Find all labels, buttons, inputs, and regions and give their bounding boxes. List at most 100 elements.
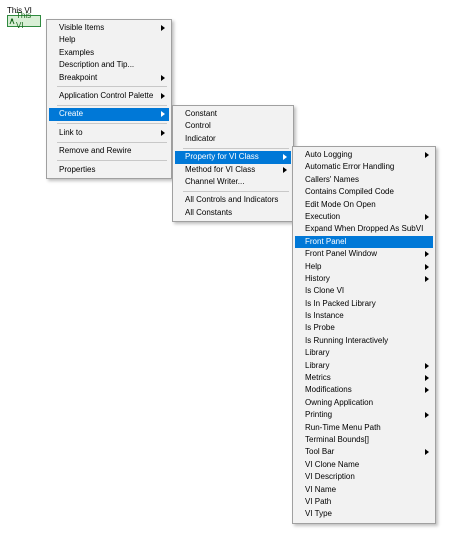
menu-item-is-in-packed-library[interactable]: Is In Packed Library xyxy=(295,298,433,310)
menu-item-label: Is Probe xyxy=(305,323,335,333)
menu-item-metrics[interactable]: Metrics xyxy=(295,372,433,384)
menu-item-label: Properties xyxy=(59,164,96,174)
menu-item-vi-name[interactable]: VI Name xyxy=(295,484,433,496)
menu-item-front-panel-window[interactable]: Front Panel Window xyxy=(295,248,433,260)
menu-item-label: Control xyxy=(185,121,211,131)
menu-item-label: Callers' Names xyxy=(305,174,359,184)
submenu-arrow-icon xyxy=(161,25,165,31)
menu-item-terminal-bounds[interactable]: Terminal Bounds[] xyxy=(295,434,433,446)
menu-item-label: VI Path xyxy=(305,496,332,506)
menu-item-label: Breakpoint xyxy=(59,72,98,82)
menu-item-label: Application Control Palette xyxy=(59,90,154,100)
menu-item-help[interactable]: Help xyxy=(295,261,433,273)
submenu-arrow-icon xyxy=(283,154,287,161)
menu-item-label: All Constants xyxy=(185,207,233,217)
menu-item-label: Execution xyxy=(305,211,341,221)
menu-item-automatic-error-handling[interactable]: Automatic Error Handling xyxy=(295,161,433,173)
menu-item-label: Channel Writer... xyxy=(185,176,245,186)
menu-item-label: Create xyxy=(59,109,84,119)
menu-item-library[interactable]: Library xyxy=(295,347,433,359)
menu-item-label: Help xyxy=(305,261,322,271)
menu-item-label: All Controls and Indicators xyxy=(185,195,279,205)
menu-item-expand-when-dropped-as-subvi[interactable]: Expand When Dropped As SubVI xyxy=(295,223,433,235)
menu-item-label: VI Description xyxy=(305,472,355,482)
menu-item-owning-application[interactable]: Owning Application xyxy=(295,397,433,409)
create-submenu: Constant Control Indicator Property for … xyxy=(172,105,294,223)
menu-item-link-to[interactable]: Link to xyxy=(49,127,169,139)
menu-item-help[interactable]: Help xyxy=(49,34,169,46)
menu-item-run-time-menu-path[interactable]: Run-Time Menu Path xyxy=(295,422,433,434)
menu-item-constant[interactable]: Constant xyxy=(175,108,291,120)
menu-item-tool-bar[interactable]: Tool Bar xyxy=(295,446,433,458)
menu-item-execution[interactable]: Execution xyxy=(295,211,433,223)
menu-item-vi-type[interactable]: VI Type xyxy=(295,508,433,520)
menu-item-label: Expand When Dropped As SubVI xyxy=(305,224,424,234)
menu-item-label: Edit Mode On Open xyxy=(305,199,376,209)
menu-item-label: Help xyxy=(59,35,76,45)
submenu-arrow-icon xyxy=(425,213,429,220)
menu-item-is-running-interactively[interactable]: Is Running Interactively xyxy=(295,335,433,347)
submenu-arrow-icon xyxy=(425,263,429,270)
menu-item-vi-description[interactable]: VI Description xyxy=(295,471,433,483)
menu-item-method-for-vi-class[interactable]: Method for VI Class xyxy=(175,164,291,176)
menu-item-examples[interactable]: Examples xyxy=(49,47,169,59)
menu-item-vi-clone-name[interactable]: VI Clone Name xyxy=(295,459,433,471)
menu-item-description-and-tip[interactable]: Description and Tip... xyxy=(49,59,169,71)
menu-item-callers-names[interactable]: Callers' Names xyxy=(295,174,433,186)
menu-item-breakpoint[interactable]: Breakpoint xyxy=(49,72,169,84)
context-menu: Visible Items Help Examples Description … xyxy=(46,19,172,179)
menu-item-channel-writer[interactable]: Channel Writer... xyxy=(175,176,291,188)
submenu-arrow-icon xyxy=(425,362,429,369)
menu-item-label: Is Running Interactively xyxy=(305,335,389,345)
menu-item-vi-path[interactable]: VI Path xyxy=(295,496,433,508)
menu-separator xyxy=(57,104,167,106)
menu-item-label: Library xyxy=(305,348,330,358)
menu-item-printing[interactable]: Printing xyxy=(295,409,433,421)
menu-item-create[interactable]: Create xyxy=(49,108,169,121)
menu-item-control[interactable]: Control xyxy=(175,120,291,132)
property-submenu: Auto Logging Automatic Error Handling Ca… xyxy=(292,146,436,524)
submenu-arrow-icon xyxy=(425,387,429,394)
menu-item-all-controls-and-indicators[interactable]: All Controls and Indicators xyxy=(175,194,291,206)
menu-item-label: History xyxy=(305,273,330,283)
submenu-arrow-icon xyxy=(161,74,165,81)
menu-item-visible-items[interactable]: Visible Items xyxy=(49,22,169,34)
menu-item-label: VI Clone Name xyxy=(305,459,360,469)
menu-item-label: Front Panel xyxy=(305,236,347,246)
menu-item-label: Owning Application xyxy=(305,397,374,407)
menu-separator xyxy=(183,147,289,149)
submenu-arrow-icon xyxy=(425,275,429,282)
menu-item-front-panel[interactable]: Front Panel xyxy=(295,235,433,249)
menu-item-label: Property for VI Class xyxy=(185,152,259,162)
menu-item-all-constants[interactable]: All Constants xyxy=(175,207,291,219)
menu-separator xyxy=(57,160,167,162)
menu-item-label: Method for VI Class xyxy=(185,164,256,174)
menu-item-auto-logging[interactable]: Auto Logging xyxy=(295,149,433,161)
menu-item-property-for-vi-class[interactable]: Property for VI Class xyxy=(175,151,291,164)
menu-item-indicator[interactable]: Indicator xyxy=(175,133,291,145)
menu-item-contains-compiled-code[interactable]: Contains Compiled Code xyxy=(295,186,433,198)
menu-item-library-submenu[interactable]: Library xyxy=(295,360,433,372)
vi-reference-icon xyxy=(9,18,15,25)
menu-item-is-probe[interactable]: Is Probe xyxy=(295,322,433,334)
this-vi-constant-text: This VI xyxy=(16,11,32,30)
menu-item-is-clone-vi[interactable]: Is Clone VI xyxy=(295,285,433,297)
menu-separator xyxy=(57,86,167,88)
menu-item-label: Is Instance xyxy=(305,311,344,321)
menu-item-edit-mode-on-open[interactable]: Edit Mode On Open xyxy=(295,199,433,211)
submenu-arrow-icon xyxy=(161,92,165,99)
menu-item-is-instance[interactable]: Is Instance xyxy=(295,310,433,322)
menu-item-label: Tool Bar xyxy=(305,447,335,457)
this-vi-constant[interactable]: This VI xyxy=(7,11,41,30)
menu-item-application-control-palette[interactable]: Application Control Palette xyxy=(49,90,169,102)
block-diagram: This VI This VI Visible Items Help Examp… xyxy=(0,0,474,540)
menu-item-label: Front Panel Window xyxy=(305,249,378,259)
menu-item-label: Modifications xyxy=(305,385,352,395)
menu-item-remove-and-rewire[interactable]: Remove and Rewire xyxy=(49,145,169,157)
menu-item-label: Is Clone VI xyxy=(305,286,345,296)
menu-item-modifications[interactable]: Modifications xyxy=(295,384,433,396)
menu-item-label: Contains Compiled Code xyxy=(305,187,394,197)
menu-item-history[interactable]: History xyxy=(295,273,433,285)
menu-item-label: Description and Tip... xyxy=(59,60,135,70)
menu-item-properties[interactable]: Properties xyxy=(49,164,169,176)
